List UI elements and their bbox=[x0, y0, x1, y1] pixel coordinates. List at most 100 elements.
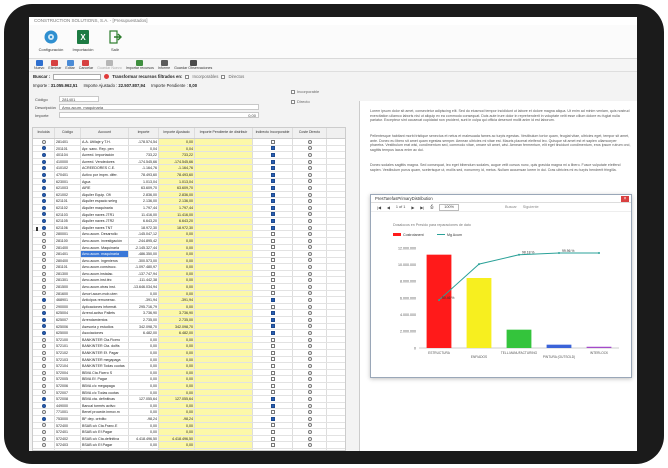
indirecto-checkbox[interactable] bbox=[270, 363, 275, 368]
directo-radio[interactable] bbox=[307, 251, 312, 256]
indirecto-cell[interactable] bbox=[253, 158, 293, 165]
indirecto-cell[interactable] bbox=[253, 270, 293, 277]
indirecto-cell[interactable] bbox=[253, 284, 293, 290]
directo-cell[interactable] bbox=[293, 139, 327, 145]
indirecto-cell[interactable] bbox=[253, 429, 293, 435]
directo-cell[interactable] bbox=[293, 211, 327, 218]
incluida-cell[interactable] bbox=[33, 145, 55, 152]
pendiente-cell[interactable] bbox=[195, 435, 253, 442]
directo-radio[interactable] bbox=[307, 317, 312, 322]
directo-radio[interactable] bbox=[307, 159, 312, 164]
directo-cell[interactable] bbox=[293, 231, 327, 237]
incluida-cell[interactable] bbox=[33, 231, 55, 237]
indirecto-cell[interactable] bbox=[253, 402, 293, 409]
directo-cell[interactable] bbox=[293, 290, 327, 297]
indirecto-checkbox[interactable] bbox=[270, 265, 275, 270]
incluida-radio[interactable] bbox=[41, 238, 46, 243]
incluida-cell[interactable] bbox=[33, 323, 55, 330]
pendiente-cell[interactable] bbox=[195, 145, 253, 152]
ajustado-cell[interactable]: 0,00 bbox=[159, 284, 195, 290]
incluida-cell[interactable] bbox=[33, 211, 55, 218]
incluida-cell[interactable] bbox=[33, 435, 55, 442]
indirecto-cell[interactable] bbox=[253, 198, 293, 204]
pendiente-cell[interactable] bbox=[195, 158, 253, 165]
incluida-radio[interactable] bbox=[41, 449, 46, 450]
indirecto-cell[interactable] bbox=[253, 277, 293, 284]
directo-cell[interactable] bbox=[293, 178, 327, 185]
indirecto-checkbox[interactable] bbox=[270, 410, 275, 415]
directo-cell[interactable] bbox=[293, 171, 327, 178]
incluida-radio[interactable] bbox=[41, 344, 46, 349]
incorporables-checkbox[interactable] bbox=[185, 74, 190, 79]
indirecto-checkbox[interactable] bbox=[270, 429, 275, 434]
directo-radio[interactable] bbox=[307, 258, 312, 263]
directo-cell[interactable] bbox=[293, 402, 327, 409]
directo-cell[interactable] bbox=[293, 257, 327, 264]
directo-radio[interactable] bbox=[307, 383, 312, 388]
incluida-cell[interactable] bbox=[33, 171, 55, 178]
table-row[interactable]: 625007 Arrendamientos 2.735,00 2.735,00 bbox=[33, 317, 345, 324]
directo-radio[interactable] bbox=[307, 396, 312, 401]
pendiente-cell[interactable] bbox=[195, 198, 253, 204]
table-row[interactable]: 572102 BANKINTER Ef. Pagar 0,00 0,00 bbox=[33, 350, 345, 357]
directo-radio[interactable] bbox=[307, 416, 312, 421]
ajustado-cell[interactable]: 0,00 bbox=[159, 369, 195, 376]
ajustado-cell[interactable]: 0,00 bbox=[159, 429, 195, 435]
indirecto-cell[interactable] bbox=[253, 165, 293, 171]
table-row[interactable]: 572402 BSAB c/c Cta.definitiva 4.418.496,5… bbox=[33, 435, 345, 443]
incluida-radio[interactable] bbox=[41, 416, 46, 421]
incluida-cell[interactable] bbox=[33, 363, 55, 369]
table-row[interactable]: 572103 BANKINTER megapaga 0,00 0,00 bbox=[33, 356, 345, 364]
indirecto-checkbox[interactable] bbox=[270, 232, 275, 237]
directo-radio[interactable] bbox=[307, 403, 312, 408]
table-row[interactable]: 625004 Arrend.activo Pallets 3.736,90 3.736… bbox=[33, 310, 345, 318]
incluida-radio[interactable] bbox=[41, 304, 46, 309]
indirecto-checkbox[interactable] bbox=[270, 172, 275, 177]
ajustado-cell[interactable]: 0,00 bbox=[159, 422, 195, 429]
indirecto-cell[interactable] bbox=[253, 185, 293, 191]
indirecto-cell[interactable] bbox=[253, 244, 293, 251]
indirecto-cell[interactable] bbox=[253, 297, 293, 303]
incluida-radio[interactable] bbox=[41, 199, 46, 204]
next-page-icon[interactable]: ▶ bbox=[411, 205, 414, 210]
ajustado-cell[interactable]: 2.735,00 bbox=[159, 317, 195, 323]
indirecto-checkbox[interactable] bbox=[270, 377, 275, 382]
indirecto-checkbox[interactable] bbox=[270, 251, 275, 256]
indirecto-cell[interactable] bbox=[253, 323, 293, 330]
table-row[interactable]: 572401 BSAB c/c Ef.Pagar 0,00 0,00 bbox=[33, 429, 345, 436]
directo-cell[interactable] bbox=[293, 369, 327, 376]
directo-radio[interactable] bbox=[307, 423, 312, 428]
exit-button[interactable]: Salir bbox=[99, 27, 131, 58]
incluida-cell[interactable] bbox=[33, 237, 55, 244]
codigo-field[interactable]: 281401 bbox=[59, 96, 99, 102]
table-row[interactable]: 625006 Asesoría y estudios 342.098,70 342.0… bbox=[33, 323, 345, 331]
indirecto-cell[interactable] bbox=[253, 422, 293, 429]
directo-radio[interactable] bbox=[307, 225, 312, 230]
indirecto-checkbox[interactable] bbox=[270, 146, 275, 151]
ajustado-cell[interactable]: 0,00 bbox=[159, 363, 195, 369]
directo-cell[interactable] bbox=[293, 218, 327, 224]
config-button[interactable]: Configuración bbox=[35, 27, 67, 58]
pendiente-cell[interactable] bbox=[195, 178, 253, 185]
incluida-cell[interactable] bbox=[33, 336, 55, 343]
pendiente-cell[interactable] bbox=[195, 448, 253, 450]
directo-cell[interactable] bbox=[293, 303, 327, 310]
directo-radio[interactable] bbox=[307, 291, 312, 296]
table-row[interactable]: 623001 Agua 1.013,04 1.013,04 bbox=[33, 178, 345, 186]
directo-radio[interactable] bbox=[307, 152, 312, 157]
indirecto-cell[interactable] bbox=[253, 152, 293, 158]
table-row[interactable]: 572403 BSAB c/c Ef.Pagar 0,00 0,00 bbox=[33, 442, 345, 449]
directo-radio[interactable] bbox=[307, 146, 312, 151]
chart-window[interactable]: PresTarefasPrimaryDistribution × |◀ ◀ 1 o… bbox=[370, 194, 632, 378]
incluida-cell[interactable] bbox=[33, 185, 55, 191]
directo-radio[interactable] bbox=[307, 363, 312, 368]
column-header[interactable]: Importe bbox=[129, 128, 159, 138]
directo-cell[interactable] bbox=[293, 429, 327, 435]
incluida-cell[interactable] bbox=[33, 251, 55, 257]
indirecto-cell[interactable] bbox=[253, 356, 293, 363]
pendiente-cell[interactable] bbox=[195, 165, 253, 171]
directo-cell[interactable] bbox=[293, 350, 327, 356]
table-row[interactable]: 621106 Alquiler naves TNT 18.972,30 18.972,… bbox=[33, 224, 345, 232]
directo-radio[interactable] bbox=[307, 370, 312, 375]
indirecto-cell[interactable] bbox=[253, 191, 293, 198]
